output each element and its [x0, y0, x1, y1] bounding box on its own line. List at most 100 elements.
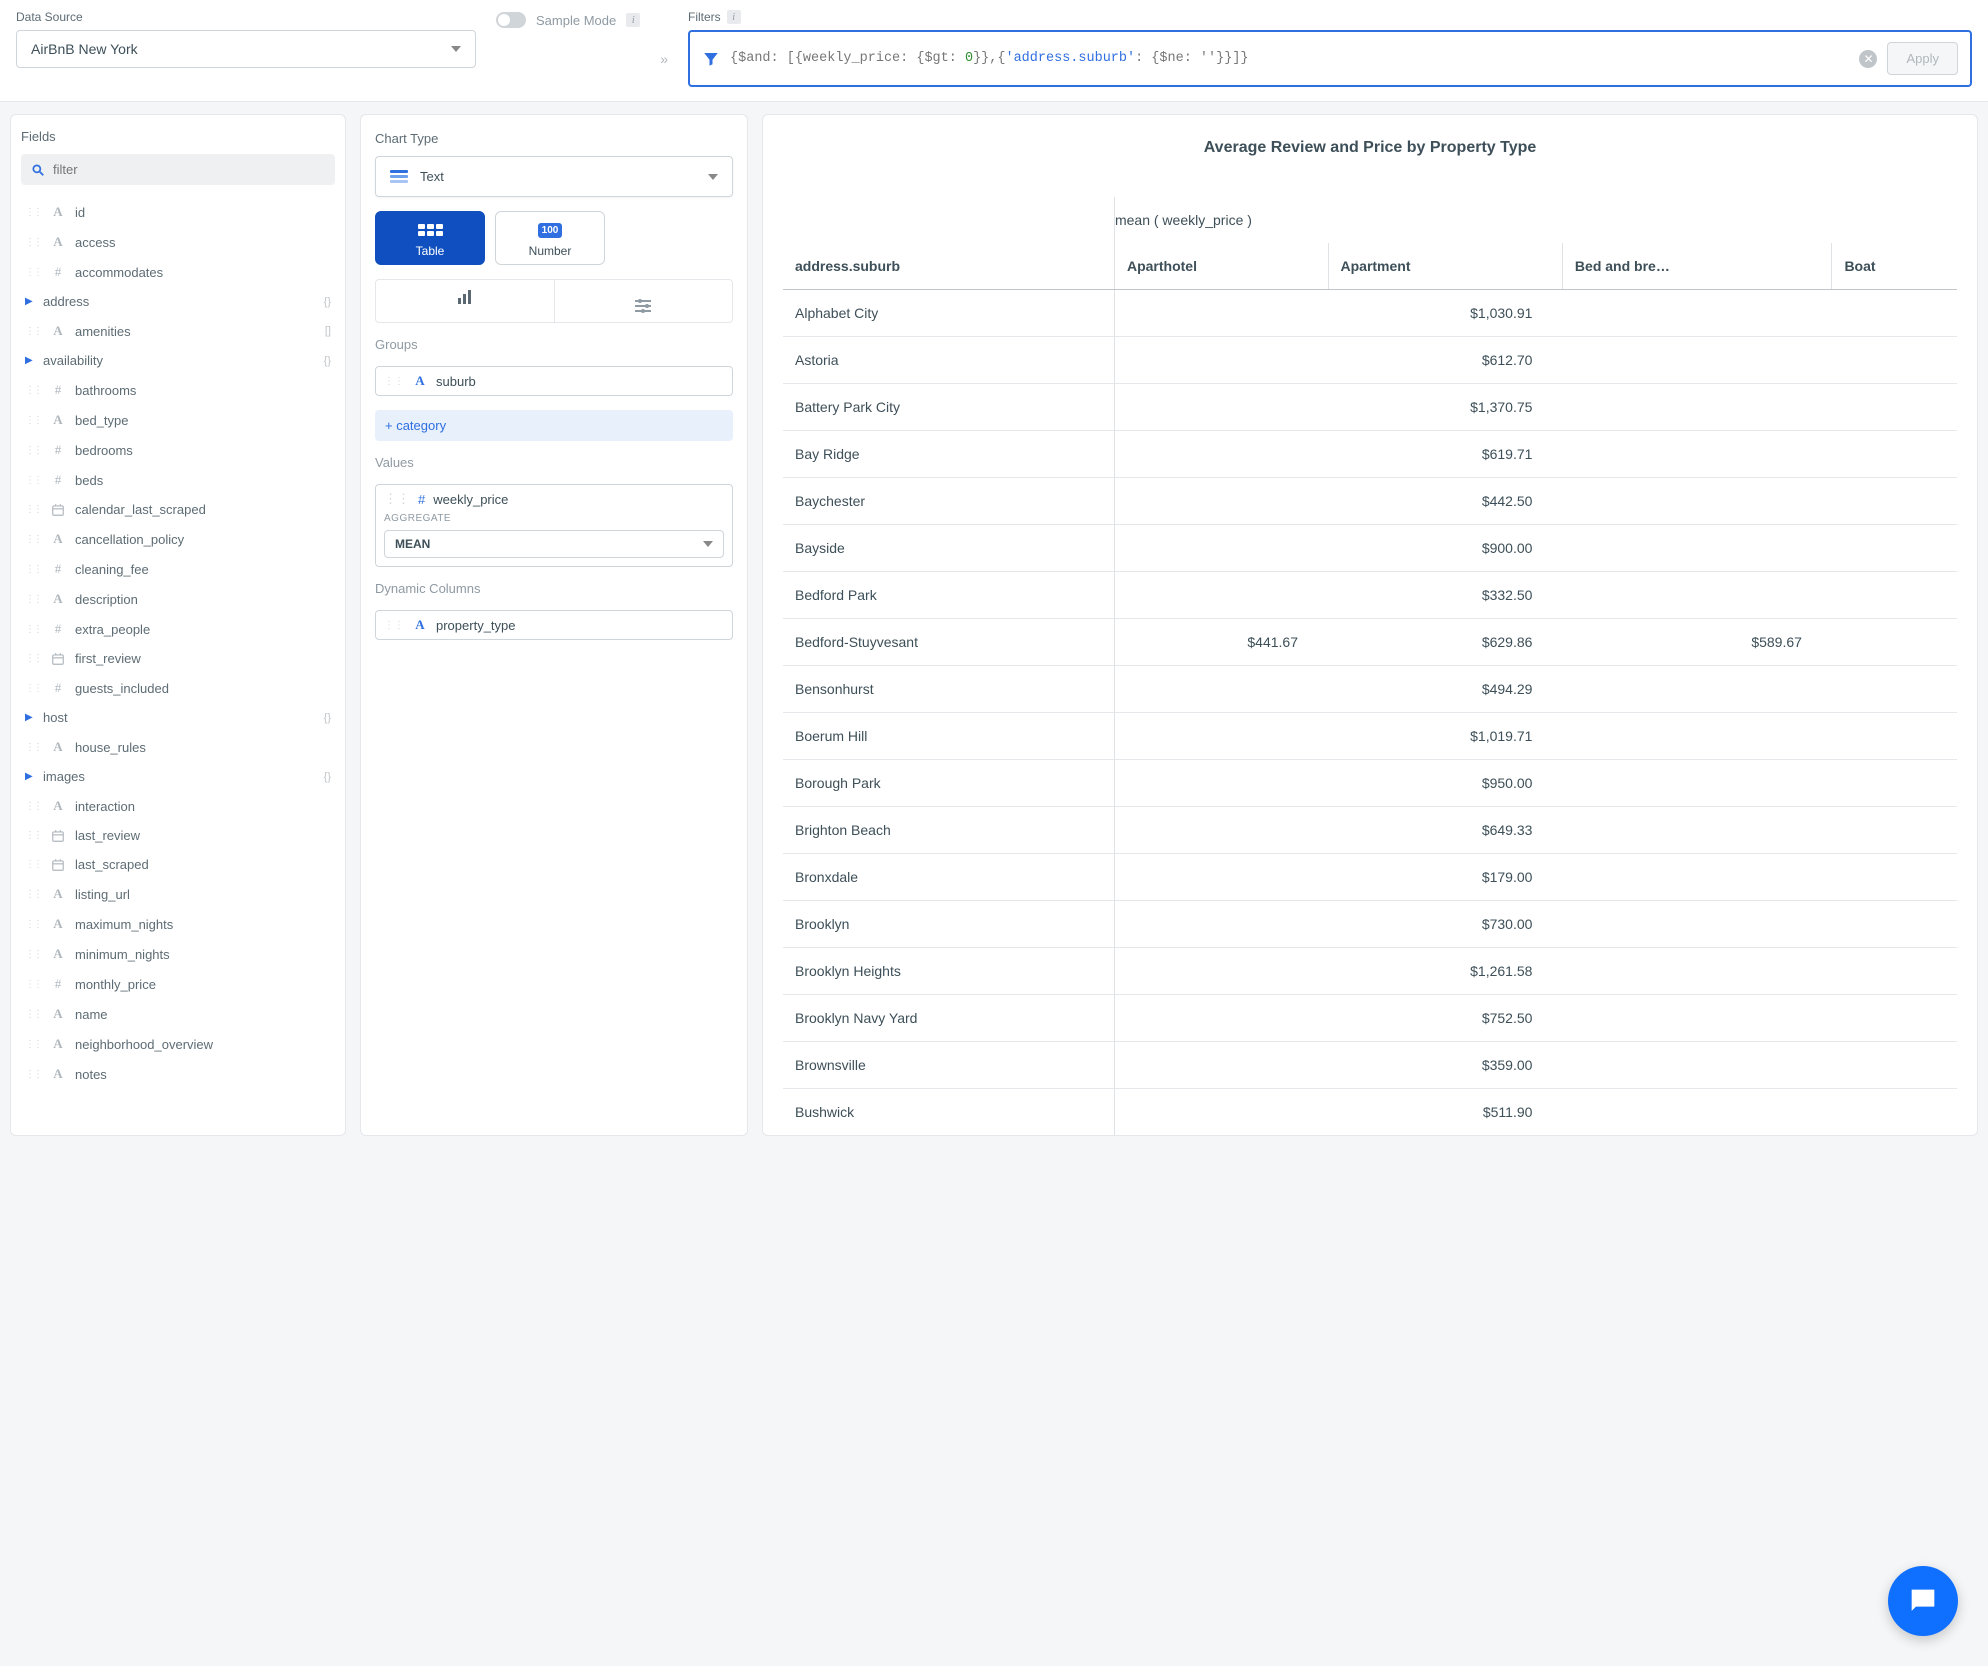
field-item-extra_people[interactable]: ⋮⋮extra_people [21, 614, 335, 644]
text-type-icon [49, 412, 67, 428]
field-item-first_review[interactable]: ⋮⋮first_review [21, 644, 335, 673]
grip-icon: ⋮⋮ [25, 534, 41, 545]
collapse-icon[interactable]: » [660, 51, 668, 67]
clear-icon[interactable]: ✕ [1859, 50, 1877, 68]
groups-field[interactable]: ⋮⋮ A suburb [375, 366, 733, 396]
cell-value [1832, 901, 1957, 948]
data-source-select[interactable]: AirBnB New York [16, 30, 476, 68]
field-item-availability[interactable]: ▶availability{} [21, 346, 335, 375]
filter-input-box[interactable]: {$and: [{weekly_price: {$gt: 0}},{'addre… [688, 30, 1972, 87]
field-item-maximum_nights[interactable]: ⋮⋮maximum_nights [21, 909, 335, 939]
calendar-icon [49, 829, 67, 843]
field-item-listing_url[interactable]: ⋮⋮listing_url [21, 879, 335, 909]
dynamic-columns-field[interactable]: ⋮⋮ A property_type [375, 610, 733, 640]
field-item-house_rules[interactable]: ⋮⋮house_rules [21, 732, 335, 762]
field-item-beds[interactable]: ⋮⋮beds [21, 465, 335, 495]
customize-tab[interactable] [555, 280, 733, 322]
field-item-interaction[interactable]: ⋮⋮interaction [21, 791, 335, 821]
cell-value [1114, 901, 1328, 948]
info-icon[interactable]: i [727, 10, 741, 24]
cell-value [1832, 431, 1957, 478]
encode-tab[interactable] [376, 280, 555, 322]
field-name: bed_type [75, 413, 129, 428]
cell-value [1832, 337, 1957, 384]
grip-icon: ⋮⋮ [25, 445, 41, 456]
grip-icon: ⋮⋮ [25, 889, 41, 900]
cell-value: $442.50 [1328, 478, 1562, 525]
field-item-neighborhood_overview[interactable]: ⋮⋮neighborhood_overview [21, 1029, 335, 1059]
field-name: cancellation_policy [75, 532, 184, 547]
filters-label: Filters [688, 10, 721, 24]
field-item-bed_type[interactable]: ⋮⋮bed_type [21, 405, 335, 435]
sample-mode-toggle[interactable] [496, 12, 526, 28]
grip-icon: ⋮⋮ [25, 683, 41, 694]
cell-value [1832, 619, 1957, 666]
field-item-monthly_price[interactable]: ⋮⋮monthly_price [21, 969, 335, 999]
field-name: house_rules [75, 740, 146, 755]
cell-value [1832, 666, 1957, 713]
view-table-button[interactable]: Table [375, 211, 485, 265]
text-type-icon [49, 946, 67, 962]
object-badge: {} [324, 712, 331, 724]
chat-fab-button[interactable] [1888, 1566, 1958, 1636]
field-item-cancellation_policy[interactable]: ⋮⋮ cancellation_policy [21, 524, 335, 554]
field-item-guests_included[interactable]: ⋮⋮guests_included [21, 673, 335, 703]
grip-icon: ⋮⋮ [25, 1039, 41, 1050]
add-category-button[interactable]: + category [375, 410, 733, 441]
field-item-accommodates[interactable]: ⋮⋮accommodates [21, 257, 335, 287]
table-row: Bayside$900.00 [783, 525, 1957, 572]
cell-value [1832, 713, 1957, 760]
chevron-down-icon [451, 46, 461, 52]
field-item-minimum_nights[interactable]: ⋮⋮minimum_nights [21, 939, 335, 969]
values-label: Values [375, 455, 733, 470]
object-badge: {} [324, 771, 331, 783]
field-item-id[interactable]: ⋮⋮id [21, 197, 335, 227]
grip-icon: ⋮⋮ [25, 624, 41, 635]
field-item-calendar_last_scraped[interactable]: ⋮⋮calendar_last_scraped [21, 495, 335, 524]
cell-value [1114, 290, 1328, 337]
view-number-button[interactable]: 100 Number [495, 211, 605, 265]
number-icon: 100 [538, 223, 563, 238]
fields-filter-input[interactable] [21, 154, 335, 185]
cell-value [1562, 431, 1832, 478]
field-item-address[interactable]: ▶address{} [21, 287, 335, 316]
cell-value: $612.70 [1328, 337, 1562, 384]
number-type-icon [49, 976, 67, 992]
row-label: Borough Park [783, 760, 1114, 807]
field-item-last_review[interactable]: ⋮⋮last_review [21, 821, 335, 850]
object-badge: {} [324, 355, 331, 367]
table-row: Astoria$612.70 [783, 337, 1957, 384]
field-item-name[interactable]: ⋮⋮name [21, 999, 335, 1029]
field-item-access[interactable]: ⋮⋮access [21, 227, 335, 257]
grip-icon: ⋮⋮ [25, 653, 41, 664]
text-type-icon [49, 531, 67, 547]
fields-filter[interactable] [53, 162, 325, 177]
cell-value [1832, 572, 1957, 619]
cell-value [1562, 666, 1832, 713]
field-item-host[interactable]: ▶host{} [21, 703, 335, 732]
field-item-description[interactable]: ⋮⋮description [21, 584, 335, 614]
field-item-cleaning_fee[interactable]: ⋮⋮cleaning_fee [21, 554, 335, 584]
field-item-images[interactable]: ▶images{} [21, 762, 335, 791]
number-type-icon [49, 561, 67, 577]
field-item-bathrooms[interactable]: ⋮⋮bathrooms [21, 375, 335, 405]
cell-value [1562, 760, 1832, 807]
filter-query: {$and: [{weekly_price: {$gt: 0}},{'addre… [730, 51, 1849, 66]
text-chart-icon [390, 170, 408, 183]
chart-type-select[interactable]: Text [375, 156, 733, 197]
cell-value [1114, 995, 1328, 1042]
viz-title: Average Review and Price by Property Typ… [783, 139, 1957, 157]
field-item-bedrooms[interactable]: ⋮⋮bedrooms [21, 435, 335, 465]
field-item-amenities[interactable]: ⋮⋮amenities[] [21, 316, 335, 346]
table-row: Brownsville$359.00 [783, 1042, 1957, 1089]
info-icon[interactable]: i [626, 13, 640, 27]
apply-button[interactable]: Apply [1887, 42, 1958, 75]
aggregate-select[interactable]: MEAN [384, 530, 724, 558]
fields-panel: Fields ⋮⋮id⋮⋮access⋮⋮accommodates▶addres… [10, 114, 346, 1136]
data-source-label: Data Source [16, 10, 476, 24]
field-item-notes[interactable]: ⋮⋮notes [21, 1059, 335, 1089]
field-item-last_scraped[interactable]: ⋮⋮last_scraped [21, 850, 335, 879]
cell-value [1832, 854, 1957, 901]
field-name: address [43, 294, 89, 309]
row-label: Bedford Park [783, 572, 1114, 619]
